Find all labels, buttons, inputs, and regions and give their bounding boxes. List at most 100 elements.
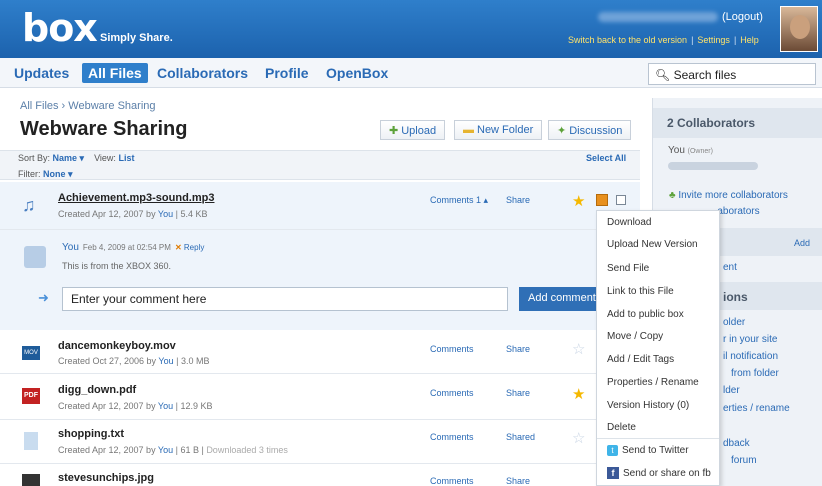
file-name[interactable]: shopping.txt	[58, 428, 124, 440]
user-email-redacted	[598, 12, 718, 22]
file-meta: Created Oct 27, 2006 by You | 3.0 MB	[58, 356, 210, 366]
tab-updates[interactable]: Updates	[14, 65, 69, 81]
collaborator-email-redacted	[668, 162, 758, 170]
tab-openbox[interactable]: OpenBox	[326, 65, 388, 81]
menu-item-move-copy[interactable]: Move / Copy	[607, 331, 663, 342]
menu-item-add-edit-tags[interactable]: Add / Edit Tags	[607, 354, 674, 365]
menu-item-send-to-twitter[interactable]: t Send to Twitter	[607, 445, 689, 456]
image-file-icon	[22, 474, 40, 486]
star-icon[interactable]: ★	[572, 385, 585, 403]
sort-by-label: Sort By:	[18, 153, 51, 163]
sidebar-action-2[interactable]: r in your site	[723, 334, 777, 345]
table-row[interactable]	[0, 374, 640, 420]
sidebar-action-6[interactable]: erties / rename	[723, 403, 790, 414]
file-meta: Created Apr 12, 2007 by You | 61 B | Dow…	[58, 445, 288, 455]
logout-link[interactable]: (Logout)	[722, 11, 763, 23]
sidebar-action-1[interactable]: older	[723, 317, 745, 328]
commenter-avatar	[24, 246, 46, 268]
menu-item-link-to-file[interactable]: Link to this File	[607, 286, 674, 297]
sidebar-action-5[interactable]: lder	[723, 385, 740, 396]
old-version-link[interactable]: Switch back to the old version	[568, 35, 687, 45]
reply-link[interactable]: ✕ Reply	[175, 243, 204, 252]
tab-all-files[interactable]: All Files	[82, 63, 148, 83]
invite-label: Invite more collaborators	[678, 190, 788, 201]
file-options-icon[interactable]	[596, 194, 608, 206]
tab-profile[interactable]: Profile	[265, 65, 309, 81]
sort-by-dropdown[interactable]: Name ▾	[53, 153, 85, 163]
table-row[interactable]	[0, 420, 640, 464]
upload-icon: ✚	[389, 125, 399, 137]
comments-link[interactable]: Comments	[430, 476, 474, 486]
sidebar-action-4[interactable]: from folder	[731, 368, 779, 379]
star-icon[interactable]: ☆	[572, 429, 585, 447]
file-size: 3.0 MB	[180, 356, 210, 366]
menu-item-send-file[interactable]: Send File	[607, 263, 649, 274]
download-count: Downloaded 3 times	[206, 445, 288, 455]
file-meta: Created Apr 12, 2007 by You | 12.9 KB	[58, 401, 213, 411]
file-owner-link[interactable]: You	[158, 209, 173, 219]
box-logo[interactable]: box	[22, 6, 98, 50]
menu-item-properties-rename[interactable]: Properties / Rename	[607, 377, 699, 388]
menu-item-download[interactable]: Download	[607, 217, 651, 228]
file-name[interactable]: stevesunchips.jpg	[58, 472, 154, 484]
file-owner-link[interactable]: You	[158, 445, 173, 455]
comments-link[interactable]: Comments	[430, 432, 474, 442]
view-dropdown[interactable]: List	[118, 153, 134, 163]
pdf-file-icon: PDF	[22, 388, 40, 404]
comment-author[interactable]: You	[62, 242, 79, 253]
sidebar-action-3[interactable]: il notification	[723, 351, 778, 362]
twitter-label: Send to Twitter	[622, 445, 689, 456]
avatar[interactable]	[780, 6, 818, 52]
sort-controls: Sort By: Name ▾ View: List	[18, 153, 134, 164]
file-name[interactable]: digg_down.pdf	[58, 384, 136, 396]
share-link[interactable]: Share	[506, 476, 530, 486]
share-link[interactable]: Share	[506, 195, 530, 205]
help-link[interactable]: Help	[740, 35, 759, 45]
page-title: Webware Sharing	[20, 118, 188, 140]
upload-button[interactable]: ✚ Upload	[380, 120, 446, 140]
add-link[interactable]: Add	[794, 238, 810, 248]
menu-item-add-to-public-box[interactable]: Add to public box	[607, 309, 684, 320]
search-input[interactable]: 🔍︎ Search files	[648, 63, 816, 85]
select-all-link[interactable]: Select All	[586, 153, 626, 163]
menu-item-share-on-fb[interactable]: f Send or share on fb	[607, 467, 711, 479]
sidebar-partial-ent[interactable]: ent	[723, 262, 737, 273]
collaborators-header: 2 Collaborators	[653, 108, 822, 138]
menu-item-version-history[interactable]: Version History (0)	[607, 400, 689, 411]
comment-input[interactable]: Enter your comment here	[62, 287, 508, 311]
comments-link[interactable]: Comments 1 ▴	[430, 195, 488, 206]
share-link[interactable]: Share	[506, 344, 530, 354]
invite-link[interactable]: ♣ Invite more collaborators	[669, 190, 788, 201]
share-link[interactable]: Shared	[506, 432, 535, 442]
breadcrumb[interactable]: All Files › Webware Sharing	[20, 100, 156, 112]
comments-link[interactable]: Comments	[430, 344, 474, 354]
discussion-button[interactable]: ✦ Discussion	[548, 120, 632, 140]
star-icon[interactable]: ★	[572, 192, 585, 210]
upload-label: Upload	[401, 125, 437, 137]
header-links: Switch back to the old version | Settings |…	[568, 35, 759, 45]
new-folder-button[interactable]: ▬ New Folder	[454, 120, 543, 140]
forum-link[interactable]: forum	[731, 455, 757, 466]
file-created: Created Oct 27, 2006 by	[58, 356, 157, 366]
share-link[interactable]: Share	[506, 388, 530, 398]
add-comment-button[interactable]: Add comment	[519, 287, 599, 311]
top-header: box Simply Share. (Logout) Switch back t…	[0, 0, 822, 58]
comments-link[interactable]: Comments	[430, 388, 474, 398]
menu-item-upload-new-version[interactable]: Upload New Version	[607, 239, 698, 250]
filter-dropdown[interactable]: None ▾	[43, 169, 73, 179]
select-checkbox[interactable]	[616, 195, 626, 205]
file-owner-link[interactable]: You	[158, 356, 173, 366]
you-label: You	[668, 145, 685, 156]
table-row[interactable]	[0, 182, 640, 230]
feedback-link[interactable]: dback	[723, 438, 750, 449]
tab-collaborators[interactable]: Collaborators	[157, 65, 248, 81]
table-row[interactable]	[0, 330, 640, 374]
twitter-icon: t	[607, 445, 618, 456]
file-name[interactable]: dancemonkeyboy.mov	[58, 340, 176, 352]
star-icon[interactable]: ☆	[572, 340, 585, 358]
settings-link[interactable]: Settings	[697, 35, 730, 45]
file-owner-link[interactable]: You	[158, 401, 173, 411]
file-name[interactable]: Achievement.mp3-sound.mp3	[58, 192, 214, 204]
new-folder-label: New Folder	[477, 124, 534, 136]
menu-item-delete[interactable]: Delete	[607, 422, 636, 433]
